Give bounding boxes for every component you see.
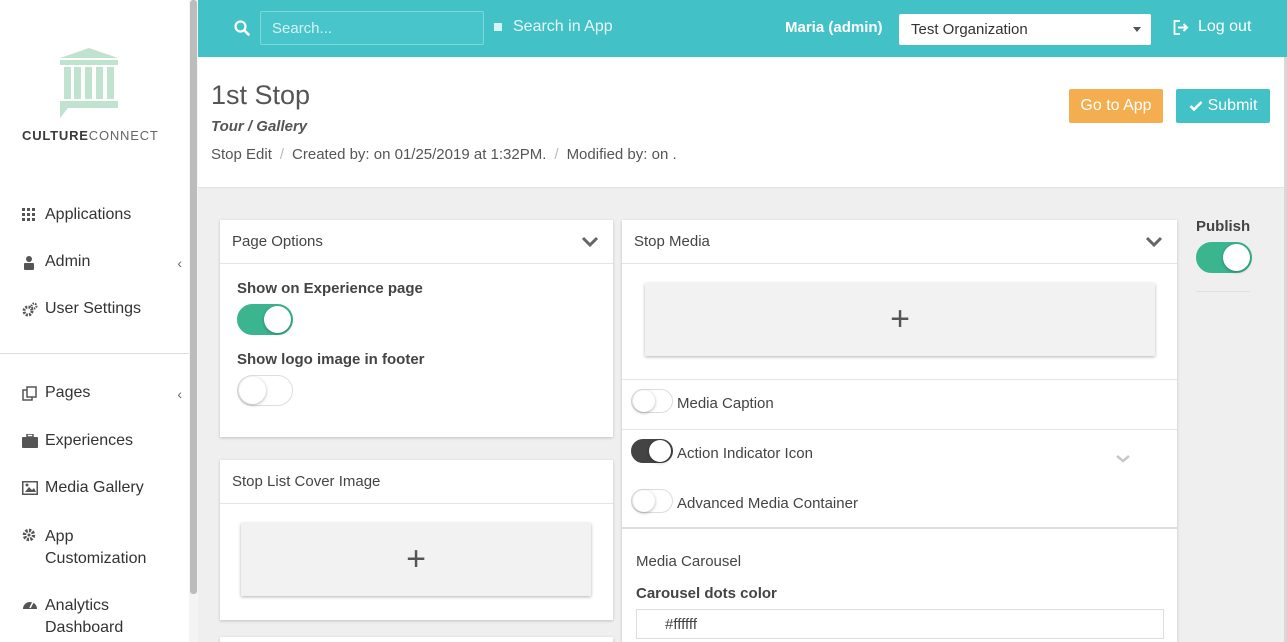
search-in-app-label[interactable]: Search in App	[513, 18, 613, 36]
submit-label: Submit	[1207, 97, 1258, 114]
cover-image-card: Stop List Cover Image +	[220, 460, 613, 620]
briefcase-icon	[22, 433, 40, 450]
breadcrumb-item: Stop Edit	[211, 146, 272, 163]
carousel-dots-color-label: Carousel dots color	[636, 585, 777, 602]
chevron-left-icon: ‹	[177, 255, 182, 271]
breadcrumb-item: Created by: on 01/25/2019 at 1:32PM.	[292, 146, 547, 163]
submit-button[interactable]: Submit	[1176, 89, 1270, 123]
card-title: Stop Media	[634, 233, 710, 250]
cover-image-header: Stop List Cover Image	[220, 460, 613, 504]
media-carousel-title: Media Carousel	[636, 553, 742, 570]
publish-divider	[1196, 291, 1250, 292]
sidebar-item-label: Pages	[45, 384, 91, 401]
culture-connect-logo[interactable]: CULTURECONNECT	[22, 48, 158, 143]
stop-media-header[interactable]: Stop Media	[622, 220, 1177, 264]
caret-down-icon	[1133, 27, 1141, 32]
publish-label: Publish	[1196, 218, 1251, 235]
search-in-app-checkbox[interactable]	[494, 23, 502, 31]
logout-icon[interactable]	[1173, 20, 1189, 39]
sidebar-item-pages[interactable]: Pages ‹	[22, 384, 182, 402]
logo-text: CULTURECONNECT	[22, 128, 159, 143]
sidebar-item-label: Experiences	[45, 432, 134, 449]
search-input[interactable]	[260, 11, 484, 45]
organization-select[interactable]: Test Organization	[899, 14, 1151, 45]
card-title: Stop List Cover Image	[232, 473, 381, 490]
add-cover-image-button[interactable]: +	[241, 523, 591, 596]
sidebar-item-label: Applications	[45, 206, 132, 223]
sidebar: CULTURECONNECT Applications Admin ‹ User…	[0, 0, 198, 642]
show-on-experience-toggle[interactable]	[237, 304, 293, 335]
top-bar: Search in App Maria (admin) Test Organiz…	[198, 0, 1287, 57]
chevron-down-icon[interactable]	[581, 235, 599, 252]
sidebar-divider	[0, 353, 189, 354]
breadcrumb: Stop Edit / Created by: on 01/25/2019 at 1…	[211, 146, 677, 163]
search-icon[interactable]	[234, 20, 250, 40]
advanced-media-container-toggle[interactable]	[631, 489, 673, 513]
check-icon	[1189, 101, 1203, 112]
show-on-experience-label: Show on Experience page	[237, 280, 423, 297]
chevron-left-icon: ‹	[177, 386, 182, 402]
logout-link[interactable]: Log out	[1198, 18, 1251, 36]
sidebar-item-label: App Customization	[45, 528, 147, 567]
stop-media-card: Stop Media + Media Caption Action Indica…	[622, 220, 1177, 642]
sidebar-item-label: Media Gallery	[45, 479, 144, 496]
museum-logo-icon	[60, 48, 118, 118]
page-header: 1st Stop Tour / Gallery Stop Edit / Create…	[198, 57, 1284, 188]
next-card	[220, 637, 613, 642]
media-caption-label: Media Caption	[677, 395, 774, 412]
card-title: Page Options	[232, 233, 323, 250]
copy-icon	[22, 386, 40, 402]
carousel-dots-color-input[interactable]: #ffffff	[636, 609, 1164, 639]
sidebar-item-applications[interactable]: Applications	[22, 206, 182, 224]
chevron-down-icon[interactable]	[1115, 451, 1131, 468]
gears-icon	[22, 302, 40, 318]
advanced-media-container-label: Advanced Media Container	[677, 495, 858, 512]
show-logo-footer-label: Show logo image in footer	[237, 351, 425, 368]
sidebar-item-app-customization[interactable]: App Customization	[22, 526, 182, 570]
action-indicator-label: Action Indicator Icon	[677, 445, 813, 462]
sidebar-item-admin[interactable]: Admin ‹	[22, 253, 182, 271]
sidebar-item-media-gallery[interactable]: Media Gallery	[22, 479, 182, 497]
gear-icon	[22, 528, 40, 544]
dashboard-icon	[22, 597, 40, 613]
image-icon	[22, 481, 40, 497]
organization-select-value: Test Organization	[911, 21, 1028, 38]
page-options-card: Page Options Show on Experience page Sho…	[220, 220, 613, 437]
grid-icon	[22, 208, 40, 224]
media-caption-toggle[interactable]	[631, 389, 673, 413]
action-indicator-toggle[interactable]	[631, 439, 673, 463]
page-title: 1st Stop	[211, 80, 311, 110]
page-options-header[interactable]: Page Options	[220, 220, 613, 264]
go-to-app-button[interactable]: Go to App	[1069, 89, 1163, 123]
sidebar-item-experiences[interactable]: Experiences	[22, 432, 182, 450]
breadcrumb-item: Modified by: on .	[566, 146, 677, 163]
sidebar-item-label: User Settings	[45, 300, 142, 317]
sidebar-item-user-settings[interactable]: User Settings	[22, 300, 182, 318]
current-user: Maria (admin)	[785, 19, 883, 36]
page-subtitle: Tour / Gallery	[211, 118, 308, 135]
chevron-down-icon[interactable]	[1145, 235, 1163, 252]
sidebar-scrollbar-thumb[interactable]	[190, 0, 197, 594]
sidebar-item-label: Admin	[45, 253, 91, 270]
show-logo-footer-toggle[interactable]	[237, 375, 293, 406]
user-lock-icon	[22, 255, 40, 271]
add-stop-media-button[interactable]: +	[645, 283, 1155, 356]
sidebar-item-analytics-dashboard[interactable]: Analytics Dashboard	[22, 595, 182, 639]
publish-toggle[interactable]	[1196, 242, 1252, 273]
sidebar-item-label: Analytics Dashboard	[45, 597, 124, 636]
